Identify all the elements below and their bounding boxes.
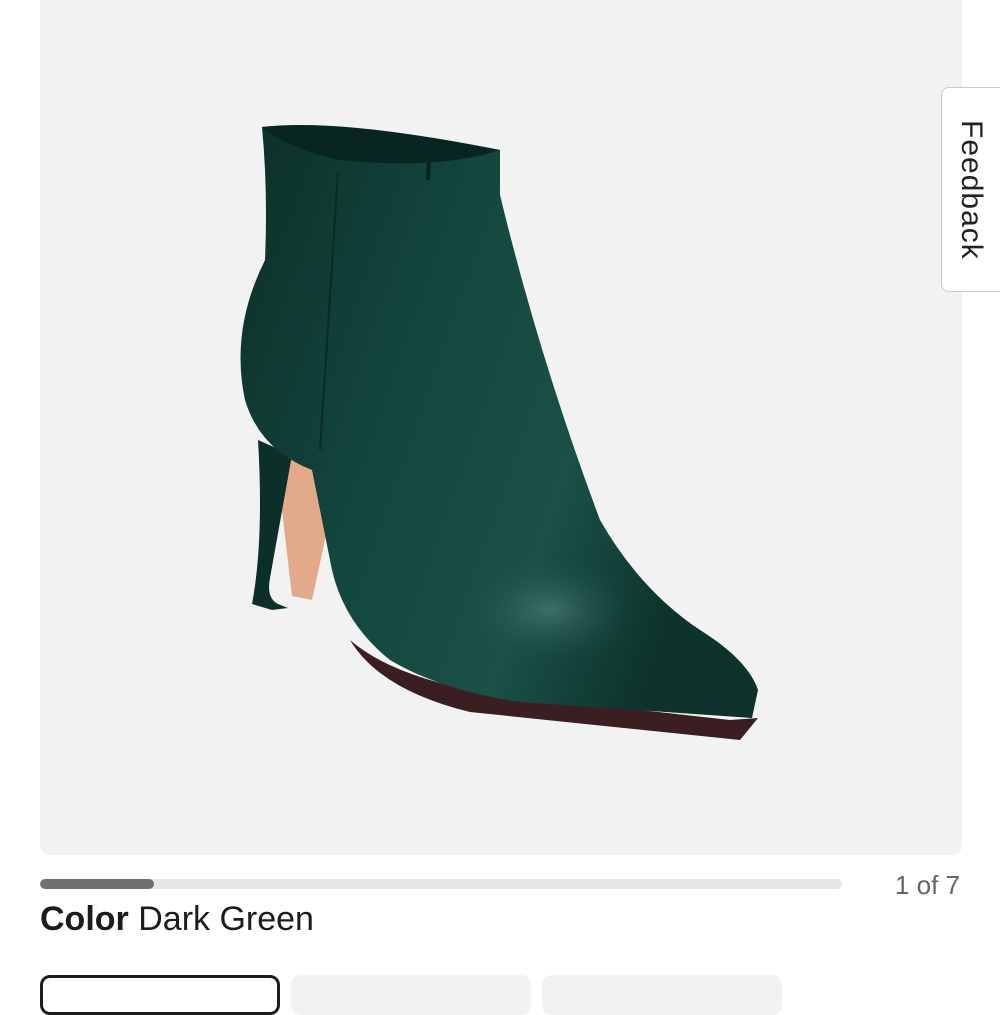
carousel-progress-track[interactable] <box>40 879 842 889</box>
feedback-tab[interactable]: Feedback <box>941 87 1000 292</box>
feedback-label: Feedback <box>955 119 988 260</box>
color-value: Dark Green <box>138 900 314 938</box>
color-swatch-1[interactable] <box>40 975 280 1015</box>
color-swatch-3[interactable] <box>542 975 782 1015</box>
zipper <box>426 139 432 181</box>
carousel-progress-fill <box>40 879 154 889</box>
leather-highlight <box>460 555 640 665</box>
product-image <box>240 125 758 740</box>
carousel-counter: 1 of 7 <box>894 870 960 900</box>
product-image-panel[interactable] <box>40 0 962 855</box>
color-swatch-2[interactable] <box>291 975 531 1015</box>
color-row: Color Dark Green <box>40 900 314 939</box>
color-label: Color <box>40 900 129 938</box>
